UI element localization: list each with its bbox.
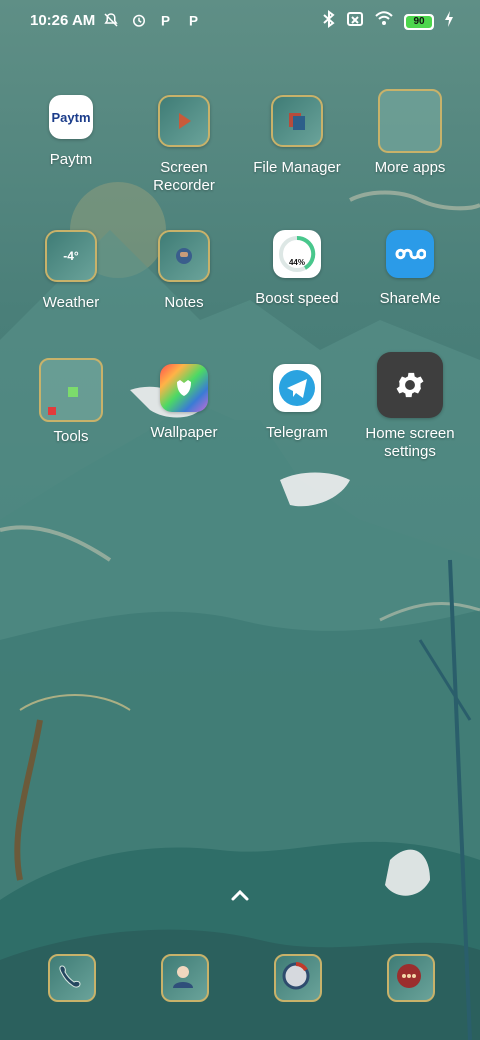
browser-icon	[282, 962, 310, 990]
status-bar: 10:26 AM P P 90	[0, 0, 480, 44]
bluetooth-icon	[322, 10, 336, 33]
screen-recorder-icon	[158, 95, 210, 147]
charging-icon	[444, 10, 454, 33]
dock-contacts-app[interactable]	[161, 954, 209, 1002]
app-label: Paytm	[49, 151, 93, 168]
home-screen-settings[interactable]: Home screen settings	[354, 352, 466, 461]
messages-icon	[397, 964, 421, 988]
file-manager-icon	[271, 95, 323, 147]
app-label: Telegram	[266, 424, 328, 441]
alarm-icon	[130, 11, 148, 34]
app-label: File Manager	[253, 159, 341, 176]
weather-icon: -4°	[45, 230, 97, 282]
contacts-icon	[173, 966, 193, 988]
app-label: Notes	[164, 294, 204, 311]
status-time: 10:26 AM	[30, 12, 96, 29]
battery-icon: 90	[404, 13, 434, 30]
app-label: Weather	[42, 294, 100, 311]
crane-figure	[130, 386, 430, 896]
app-label: ShareMe	[379, 290, 441, 307]
app-label: Home screen settings	[365, 425, 455, 460]
silent-icon	[102, 11, 120, 34]
tools-folder-icon	[39, 358, 103, 422]
folder-tools[interactable]: Tools	[15, 358, 127, 446]
app-label: More apps	[374, 159, 446, 176]
telegram-icon	[273, 364, 321, 412]
app-weather[interactable]: -4° Weather	[15, 230, 127, 312]
app-label: Boost speed	[255, 290, 339, 307]
p-icon: P	[186, 11, 204, 34]
app-file-manager[interactable]: File Manager	[241, 95, 353, 177]
wifi-icon	[374, 10, 394, 33]
sim-off-icon	[346, 10, 364, 33]
phone-icon	[59, 965, 81, 988]
app-notes[interactable]: Notes	[128, 230, 240, 312]
notes-icon	[158, 230, 210, 282]
folder-more-apps[interactable]: More apps	[354, 89, 466, 177]
app-paytm[interactable]: Paytm Paytm	[15, 95, 127, 169]
boost-speed-icon: 44%	[273, 230, 321, 278]
battery-level: 90	[406, 15, 432, 28]
dock-browser-app[interactable]	[274, 954, 322, 1002]
shareme-icon	[386, 230, 434, 278]
app-label: Tools	[53, 428, 89, 445]
svg-text:P: P	[189, 13, 198, 28]
p-icon: P	[158, 11, 176, 34]
paytm-icon: Paytm	[49, 95, 93, 139]
app-boost-speed[interactable]: 44% Boost speed	[241, 230, 353, 308]
app-screen-recorder[interactable]: Screen Recorder	[128, 95, 240, 195]
app-telegram[interactable]: Telegram	[241, 364, 353, 442]
wallpaper-icon	[160, 364, 208, 412]
svg-text:P: P	[161, 13, 170, 28]
app-shareme[interactable]: ShareMe	[354, 230, 466, 308]
more-apps-folder-icon	[378, 89, 442, 153]
settings-gear-icon	[377, 352, 443, 418]
app-label: Wallpaper	[150, 424, 218, 441]
dock-messages-app[interactable]	[387, 954, 435, 1002]
swipe-up-chevron-icon[interactable]	[228, 884, 252, 908]
paytm-logo-text: Paytm	[51, 109, 91, 125]
dock-phone-app[interactable]	[48, 954, 96, 1002]
app-label: Screen Recorder	[153, 159, 215, 194]
app-wallpaper[interactable]: Wallpaper	[128, 364, 240, 442]
